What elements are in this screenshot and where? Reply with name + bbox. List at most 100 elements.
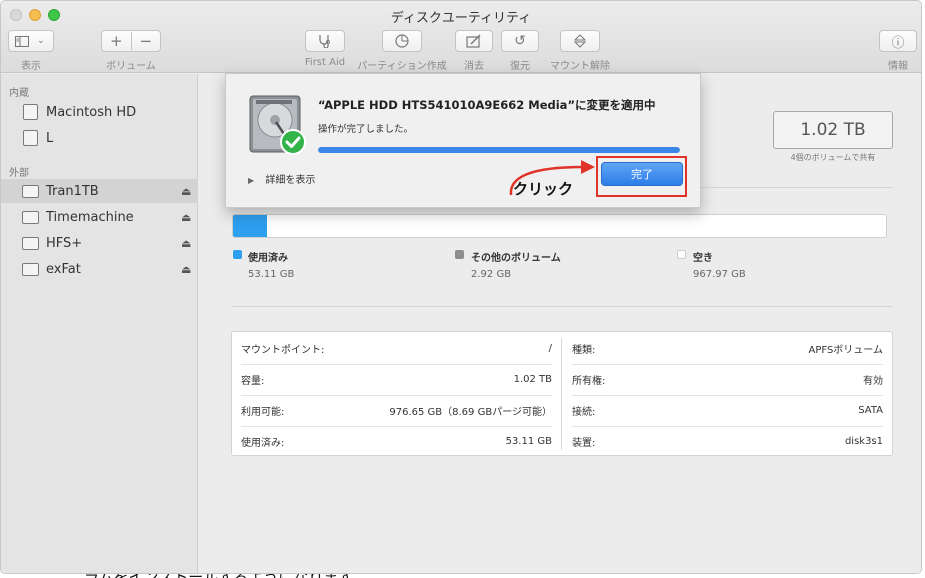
- info-button[interactable]: ⓘ: [879, 30, 917, 52]
- volume-label: ボリューム: [106, 61, 156, 72]
- sidebar-item-label: Macintosh HD: [46, 104, 137, 120]
- chevron-down-icon: ⌄: [37, 36, 45, 46]
- usage-bar: [232, 214, 887, 238]
- sidebar-item-l[interactable]: L: [1, 126, 198, 150]
- partition-label: パーティション作成: [357, 61, 447, 72]
- info-row-connection: 接続: SATA: [572, 395, 883, 426]
- sidebar-item-hfs[interactable]: HFS+ ⏏: [1, 231, 198, 255]
- sidebar-item-timemachine[interactable]: Timemachine ⏏: [1, 205, 198, 229]
- column-divider: [561, 338, 562, 450]
- legend-used-value: 53.11 GB: [248, 269, 295, 280]
- remove-volume-button[interactable]: −: [132, 32, 161, 50]
- capacity-value: 1.02 TB: [773, 111, 893, 149]
- done-button[interactable]: 完了: [601, 162, 683, 186]
- add-volume-button[interactable]: +: [102, 32, 132, 50]
- erase-icon: [466, 34, 481, 48]
- legend-free-name: 空き: [693, 253, 713, 264]
- sidebar-item-label: exFat: [46, 261, 81, 277]
- unmount-button[interactable]: [560, 30, 600, 52]
- restore-button[interactable]: ↺: [501, 30, 539, 52]
- info-row-ownership: 所有権: 有効: [572, 364, 883, 395]
- progress-bar: [318, 147, 680, 153]
- sheet-status: 操作が完了しました。: [318, 124, 414, 135]
- restore-label: 復元: [510, 61, 530, 72]
- first-aid-button[interactable]: [305, 30, 345, 52]
- info-value: 1.02 TB: [513, 374, 552, 385]
- eject-icon[interactable]: ⏏: [181, 237, 191, 250]
- sidebar-item-exfat[interactable]: exFat ⏏: [1, 257, 198, 281]
- info-key: 種類:: [572, 345, 596, 356]
- sidebar-item-macintosh-hd[interactable]: Macintosh HD: [1, 100, 198, 124]
- legend-used-name: 使用済み: [248, 253, 288, 264]
- unmount-label: マウント解除: [550, 61, 610, 72]
- progress-bar-fill: [318, 147, 680, 153]
- show-details-toggle[interactable]: ▶ 詳細を表示: [248, 171, 315, 186]
- sidebar-item-label: HFS+: [46, 235, 83, 251]
- pie-icon: [395, 34, 409, 48]
- divider: [232, 306, 893, 307]
- stethoscope-icon: [319, 35, 330, 48]
- eject-icon[interactable]: ⏏: [181, 185, 191, 198]
- info-value: /: [548, 343, 552, 354]
- external-disk-icon: [22, 184, 39, 198]
- legend-other-name: その他のボリューム: [471, 253, 561, 264]
- eject-icon[interactable]: ⏏: [181, 263, 191, 276]
- sidebar-item-label: Timemachine: [46, 209, 134, 225]
- info-row-available: 利用可能: 976.65 GB（8.69 GBパージ可能）: [241, 395, 552, 426]
- sidebar-item-tran1tb[interactable]: Tran1TB ⏏: [1, 179, 198, 203]
- internal-disk-icon: [23, 104, 38, 120]
- info-key: 装置:: [572, 438, 596, 449]
- info-value: 53.11 GB: [505, 436, 552, 447]
- info-row-used: 使用済み: 53.11 GB: [241, 426, 552, 457]
- info-key: 容量:: [241, 376, 265, 387]
- disk-utility-window: ディスクユーティリティ ⌄ 表示 + − ボリューム First Aid パーテ…: [0, 0, 922, 574]
- legend-swatch-free: [677, 250, 686, 259]
- eject-icon[interactable]: ⏏: [181, 211, 191, 224]
- erase-label: 消去: [464, 61, 484, 72]
- sidebar-item-label: L: [46, 130, 54, 146]
- info-key: 接続:: [572, 407, 596, 418]
- restore-icon: ↺: [514, 33, 526, 49]
- sheet-title: “APPLE HDD HTS541010A9E662 Media”に変更を適用中: [318, 98, 656, 112]
- disclosure-triangle-icon: ▶: [248, 176, 255, 185]
- erase-button[interactable]: [455, 30, 493, 52]
- info-row-type: 種類: APFSボリューム: [572, 333, 883, 364]
- capacity-shared-note: 4個のボリュームで共有: [790, 153, 876, 162]
- usage-bar-used: [233, 215, 267, 237]
- legend-other-value: 2.92 GB: [471, 269, 512, 280]
- legend-free-value: 967.97 GB: [693, 269, 746, 280]
- hard-drive-icon: [249, 95, 306, 155]
- show-details-label: 詳細を表示: [265, 175, 316, 186]
- external-disk-icon: [22, 236, 39, 250]
- external-section-title: 外部: [9, 168, 29, 179]
- volume-button-group: + −: [101, 30, 161, 52]
- partition-button[interactable]: [382, 30, 422, 52]
- info-row-capacity: 容量: 1.02 TB: [241, 364, 552, 395]
- info-value: 有効: [863, 376, 883, 387]
- sidebar-icon: [15, 35, 29, 47]
- external-disk-icon: [22, 210, 39, 224]
- info-key: 所有権:: [572, 376, 606, 387]
- info-value: SATA: [858, 405, 883, 416]
- first-aid-label: First Aid: [304, 57, 346, 68]
- info-row-mount-point: マウントポイント: /: [241, 333, 552, 364]
- volume-info-table: マウントポイント: / 容量: 1.02 TB 利用可能: 976.65 GB（…: [231, 331, 893, 456]
- view-label: 表示: [21, 61, 41, 72]
- info-value: disk3s1: [844, 436, 883, 447]
- annotation-click-label: クリック: [513, 180, 574, 198]
- info-row-device: 装置: disk3s1: [572, 426, 883, 457]
- info-key: 使用済み:: [241, 438, 285, 449]
- sidebar-item-label: Tran1TB: [46, 183, 99, 199]
- info-icon: ⓘ: [891, 35, 905, 51]
- window-title: ディスクユーティリティ: [390, 11, 532, 26]
- titlebar: ディスクユーティリティ ⌄ 表示 + − ボリューム First Aid パーテ…: [1, 1, 921, 73]
- legend-swatch-used: [233, 250, 242, 259]
- info-key: マウントポイント:: [241, 345, 325, 356]
- internal-disk-icon: [23, 130, 38, 146]
- view-button[interactable]: ⌄: [8, 30, 54, 52]
- apply-changes-sheet: “APPLE HDD HTS541010A9E662 Media”に変更を適用中…: [225, 73, 701, 208]
- unmount-icon: [574, 34, 586, 48]
- info-value: 976.65 GB（8.69 GBパージ可能）: [389, 407, 552, 418]
- internal-section-title: 内蔵: [9, 88, 29, 99]
- legend-swatch-other: [455, 250, 464, 259]
